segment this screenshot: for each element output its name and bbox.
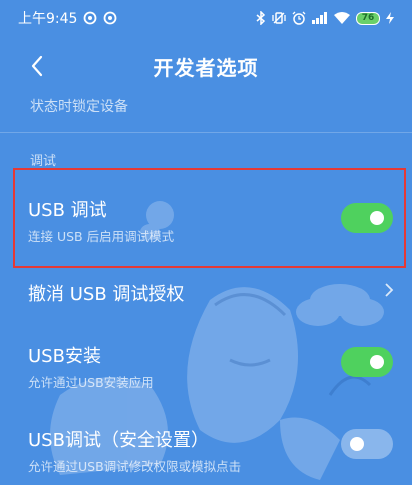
highlight-box bbox=[13, 168, 406, 268]
status-bar-right: 76 bbox=[256, 11, 394, 25]
setting-item-usb-install[interactable]: USB安装 允许通过USB安装应用 bbox=[28, 342, 154, 391]
setting-item-title: USB调试（安全设置） bbox=[28, 430, 209, 451]
wifi-icon bbox=[334, 12, 350, 24]
charging-icon bbox=[386, 12, 394, 24]
setting-item-usb-debugging-security[interactable]: USB调试（安全设置） 允许通过USB调试修改权限或模拟点击 bbox=[28, 426, 241, 475]
page-title: 开发者选项 bbox=[153, 56, 259, 80]
title-bar: 开发者选项 bbox=[0, 36, 412, 96]
setting-item-subtitle: 允许通过USB调试修改权限或模拟点击 bbox=[28, 459, 242, 474]
notification-icon bbox=[83, 11, 97, 25]
partial-setting-item[interactable]: 状态时锁定设备 bbox=[30, 96, 128, 116]
status-time: 上午9:45 bbox=[18, 11, 78, 27]
battery-icon: 76 bbox=[356, 11, 380, 25]
vibrate-icon bbox=[272, 11, 286, 25]
setting-item-title: USB安装 bbox=[28, 346, 101, 367]
divider bbox=[0, 132, 412, 133]
notification-icon bbox=[103, 11, 117, 25]
bluetooth-icon bbox=[256, 11, 266, 25]
status-bar: 上午9:45 76 bbox=[0, 0, 412, 36]
status-bar-left: 上午9:45 bbox=[18, 8, 117, 28]
signal-icon bbox=[312, 12, 328, 24]
setting-item-subtitle: 允许通过USB安装应用 bbox=[28, 375, 154, 390]
usb-install-toggle[interactable] bbox=[341, 347, 393, 377]
alarm-icon bbox=[292, 11, 306, 25]
chevron-right-icon bbox=[385, 283, 394, 297]
setting-item-revoke-usb-auth[interactable]: 撤消 USB 调试授权 bbox=[28, 280, 184, 306]
section-header: 调试 bbox=[30, 154, 57, 169]
usb-debugging-security-toggle[interactable] bbox=[341, 429, 393, 459]
